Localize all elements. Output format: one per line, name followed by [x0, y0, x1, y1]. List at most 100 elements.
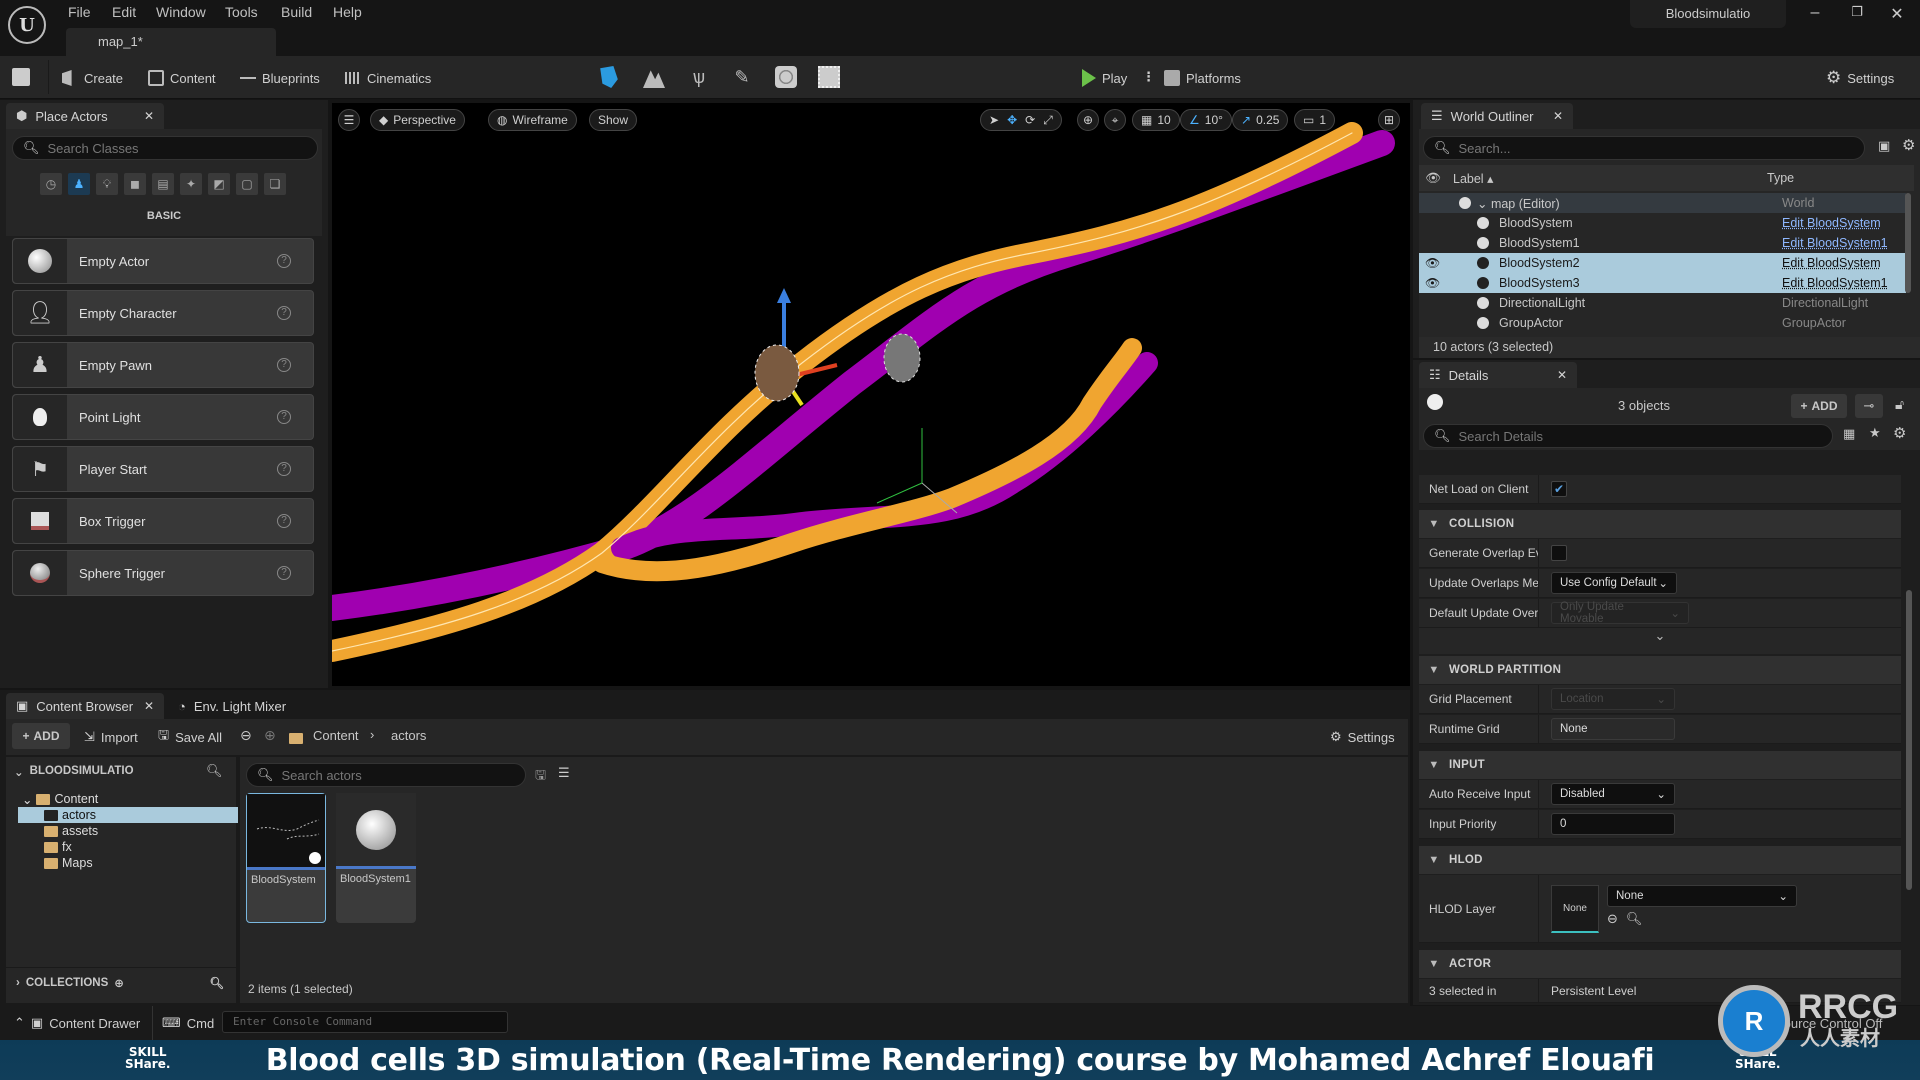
close-tab-icon[interactable]: ✕ [144, 699, 154, 713]
gear-icon[interactable]: ⚙ [1902, 136, 1915, 154]
generate-overlap-checkbox[interactable] [1551, 545, 1567, 561]
close-window-button[interactable]: ✕ [1882, 4, 1912, 28]
menu-tools[interactable]: Tools [225, 4, 258, 20]
unreal-logo-icon[interactable]: U [8, 6, 46, 44]
browse-search-icon[interactable]: 🔍︎ [1626, 911, 1643, 927]
search-classes-input[interactable]: 🔍︎ Search Classes [12, 136, 318, 160]
recent-icon[interactable]: ◷ [40, 173, 62, 195]
actor-item-empty-actor[interactable]: Empty Actor ? [12, 238, 314, 284]
close-tab-icon[interactable]: ✕ [144, 109, 154, 123]
outliner-scrollbar[interactable] [1905, 193, 1911, 293]
section-hlod[interactable]: ▼ HLOD [1419, 846, 1901, 874]
details-search-input[interactable]: 🔍︎ Search Details [1423, 424, 1833, 448]
play-button[interactable]: Play [1082, 67, 1127, 89]
help-icon[interactable]: ? [277, 462, 291, 476]
actor-item-box-trigger[interactable]: Box Trigger ? [12, 498, 314, 544]
menu-help[interactable]: Help [333, 4, 362, 20]
filter-icon[interactable]: ☰ [558, 765, 570, 781]
folder-content[interactable]: ⌄ Content [18, 791, 238, 807]
save-all-button[interactable]: 🖫︎ Save All [158, 726, 222, 748]
scale-snap-button[interactable]: ↗ 0.25 [1232, 109, 1289, 131]
collections-section[interactable]: › COLLECTIONS ⊕ 🔍︎ [6, 967, 236, 997]
surface-snap-button[interactable]: ⌖ [1104, 109, 1126, 131]
outliner-row[interactable]: BloodSystem1 Edit BloodSystem1 [1419, 233, 1906, 253]
back-arrow-icon[interactable]: ⊖ [240, 727, 252, 744]
perspective-button[interactable]: ◆ Perspective [370, 109, 465, 131]
menu-edit[interactable]: Edit [112, 4, 136, 20]
label-column-header[interactable]: Label ▴ [1447, 171, 1747, 186]
folder-maps[interactable]: Maps [18, 855, 238, 871]
coordinate-space-button[interactable]: ⊕ [1077, 109, 1099, 131]
save-search-icon[interactable]: 🖫︎ [535, 766, 546, 788]
mesh-paint-mode-icon[interactable]: ✎ [731, 66, 753, 88]
menu-file[interactable]: File [68, 4, 91, 20]
folder-actors[interactable]: actors [18, 807, 238, 823]
landscape-mode-icon[interactable] [643, 70, 665, 88]
platforms-button[interactable]: Platforms [1164, 67, 1241, 89]
input-priority-field[interactable]: 0 [1551, 813, 1675, 835]
create-button[interactable]: Create [62, 67, 123, 89]
lights-icon[interactable]: 💡︎ [96, 173, 118, 195]
restore-button[interactable]: ❐ [1842, 4, 1872, 28]
camera-speed-button[interactable]: ▭ 1 [1294, 109, 1336, 131]
geometry-icon[interactable]: ◩ [208, 173, 230, 195]
folder-fx[interactable]: fx [18, 839, 238, 855]
asset-tile-bloodsystem1[interactable]: BloodSystem1 [336, 793, 416, 923]
lock-icon[interactable]: 🔓︎ [1895, 396, 1904, 413]
content-button[interactable]: Content [148, 67, 216, 89]
view-mode-button[interactable]: ◍ Wireframe [488, 109, 577, 131]
section-collision[interactable]: ▼ COLLISION [1419, 510, 1901, 538]
help-icon[interactable]: ? [277, 410, 291, 424]
shapes-icon[interactable]: ◼ [124, 173, 146, 195]
gear-icon[interactable]: ⚙ [1893, 424, 1906, 442]
tab-place-actors[interactable]: ⬢ Place Actors ✕ [6, 103, 164, 129]
viewport-layout-button[interactable]: ⊞ [1378, 109, 1400, 131]
show-advanced-chevron-icon[interactable]: ⌄ [1419, 628, 1901, 654]
all-classes-icon[interactable]: ❏ [264, 173, 286, 195]
visibility-eye-icon[interactable]: 👁︎ [1425, 256, 1440, 270]
auto-receive-input-dropdown[interactable]: Disabled ⌄ [1551, 783, 1675, 805]
select-mode-icon[interactable] [600, 66, 618, 88]
menu-build[interactable]: Build [281, 4, 312, 20]
visual-effects-icon[interactable]: ✦ [180, 173, 202, 195]
foliage-mode-icon[interactable]: ѱ [688, 66, 710, 88]
content-settings-button[interactable]: ⚙ Settings [1330, 726, 1395, 748]
actor-item-point-light[interactable]: Point Light ? [12, 394, 314, 440]
visibility-column-icon[interactable]: 👁︎ [1419, 171, 1447, 186]
outliner-row[interactable]: GroupActor GroupActor [1419, 313, 1906, 333]
details-scrollbar[interactable] [1906, 590, 1912, 890]
cinematic-icon[interactable]: ▤ [152, 173, 174, 195]
brush-edit-mode-icon[interactable] [818, 66, 840, 88]
actor-item-empty-pawn[interactable]: ♟ Empty Pawn ? [12, 342, 314, 388]
net-load-checkbox[interactable]: ✔ [1551, 481, 1567, 497]
tab-details[interactable]: ☷ Details ✕ [1419, 362, 1577, 388]
visibility-eye-icon[interactable]: 👁︎ [1425, 276, 1440, 290]
search-icon[interactable]: 🔍︎ [206, 763, 223, 779]
type-column-header[interactable]: Type [1747, 171, 1794, 185]
select-tool-icon[interactable]: ➤ [989, 113, 999, 127]
console-command-input[interactable]: Enter Console Command [222, 1011, 508, 1033]
fracture-mode-icon[interactable] [775, 66, 797, 88]
folder-assets[interactable]: assets [18, 823, 238, 839]
hlod-layer-dropdown[interactable]: None ⌄ [1607, 884, 1797, 907]
section-actor[interactable]: ▼ ACTOR [1419, 950, 1901, 978]
actor-item-empty-character[interactable]: 👤︎ Empty Character ? [12, 290, 314, 336]
volumes-icon[interactable]: ▢ [236, 173, 258, 195]
help-icon[interactable]: ? [277, 306, 291, 320]
actor-item-sphere-trigger[interactable]: Sphere Trigger ? [12, 550, 314, 596]
basic-icon[interactable]: ♟ [68, 173, 90, 195]
import-button[interactable]: ⇲ Import [84, 726, 138, 748]
outliner-row[interactable]: 👁︎ BloodSystem3 Edit BloodSystem1 [1419, 273, 1906, 293]
search-actors-input[interactable]: 🔍︎ Search actors [246, 763, 526, 787]
edit-blueprint-link[interactable]: Edit BloodSystem [1782, 216, 1881, 230]
edit-blueprint-link[interactable]: Edit BloodSystem1 [1782, 276, 1888, 290]
forward-arrow-icon[interactable]: ⊕ [264, 727, 276, 744]
update-overlaps-dropdown[interactable]: Use Config Default ⌄ [1551, 572, 1677, 594]
blueprint-convert-icon[interactable]: ⊸ [1855, 394, 1883, 418]
help-icon[interactable]: ? [277, 358, 291, 372]
save-icon[interactable] [12, 68, 30, 86]
help-icon[interactable]: ? [277, 254, 291, 268]
rotate-tool-icon[interactable]: ⟳ [1025, 113, 1035, 127]
edit-blueprint-link[interactable]: Edit BloodSystem1 [1782, 236, 1888, 250]
scale-tool-icon[interactable]: ⤢ [1043, 113, 1053, 128]
